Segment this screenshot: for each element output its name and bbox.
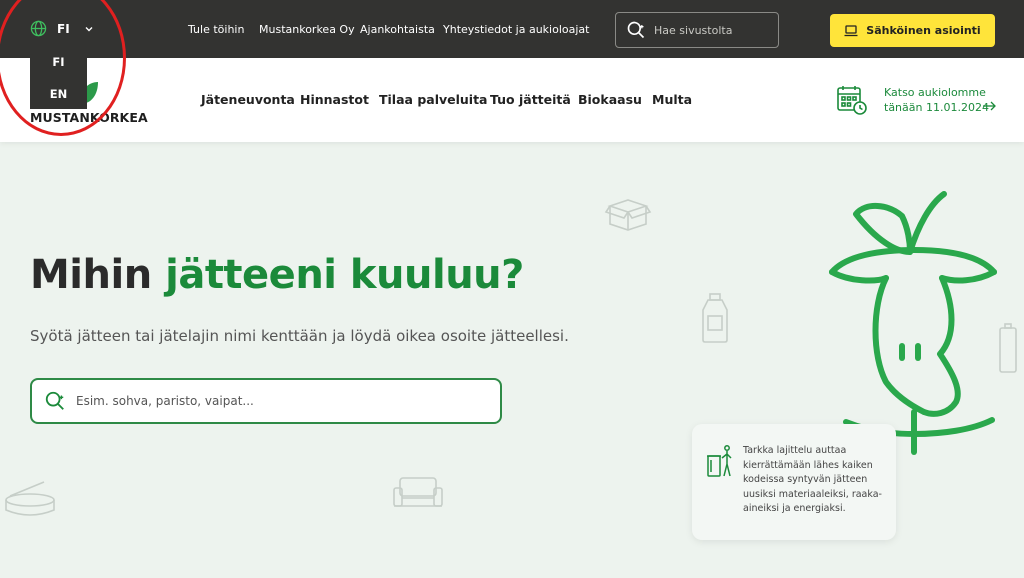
sofa-icon bbox=[393, 477, 443, 507]
calendar-clock-icon bbox=[837, 86, 867, 115]
waste-search-input[interactable] bbox=[76, 394, 476, 408]
eservice-button[interactable]: Sähköinen asiointi bbox=[830, 14, 995, 47]
nav-item-prices[interactable]: Hinnastot bbox=[300, 92, 369, 107]
hero-subtitle: Syötä jätteen tai jätelajin nimi kenttää… bbox=[30, 327, 569, 345]
site-search[interactable] bbox=[615, 12, 779, 48]
info-card: Tarkka lajittelu auttaa kierrättämään lä… bbox=[692, 424, 896, 540]
info-card-text: Tarkka lajittelu auttaa kierrättämään lä… bbox=[743, 445, 882, 515]
hero-title: Mihin jätteeni kuuluu? bbox=[30, 252, 524, 298]
waste-search[interactable] bbox=[30, 378, 502, 424]
hero-title-part1: Mihin bbox=[30, 252, 166, 298]
topnav-link-news[interactable]: Ajankohtaista bbox=[360, 23, 435, 36]
box-icon bbox=[604, 199, 652, 231]
search-icon bbox=[627, 21, 645, 39]
nav-item-bring-waste[interactable]: Tuo jätteitä bbox=[490, 92, 571, 107]
arrow-right-icon[interactable] bbox=[982, 101, 996, 111]
nav-item-advice[interactable]: Jäteneuvonta bbox=[201, 92, 295, 107]
opening-hours-link[interactable]: Katso aukiolomme tänään 11.01.2024 bbox=[884, 85, 989, 115]
hero-title-part2: jätteeni kuuluu? bbox=[165, 252, 524, 298]
recycling-bin-icon bbox=[707, 445, 732, 477]
battery-icon bbox=[999, 323, 1017, 373]
bottle-icon bbox=[702, 293, 728, 343]
can-icon bbox=[5, 481, 55, 516]
topnav-link-careers[interactable]: Tule töihin bbox=[188, 23, 244, 36]
topnav-link-company[interactable]: Mustankorkea Oy bbox=[259, 23, 355, 36]
nav-item-soil[interactable]: Multa bbox=[652, 92, 692, 107]
search-icon bbox=[45, 391, 64, 410]
topnav-link-contact[interactable]: Yhteystiedot ja aukioloajat bbox=[443, 23, 589, 36]
hours-line-1: Katso aukiolomme bbox=[884, 86, 986, 99]
laptop-icon bbox=[844, 24, 858, 36]
top-bar: FI Tule töihin Mustankorkea Oy Ajankohta… bbox=[0, 0, 1024, 58]
nav-item-biogas[interactable]: Biokaasu bbox=[578, 92, 642, 107]
hours-line-2: tänään 11.01.2024 bbox=[884, 101, 989, 114]
eservice-label: Sähköinen asiointi bbox=[866, 24, 981, 37]
nav-item-order-services[interactable]: Tilaa palveluita bbox=[379, 92, 488, 107]
site-search-input[interactable] bbox=[654, 23, 764, 37]
